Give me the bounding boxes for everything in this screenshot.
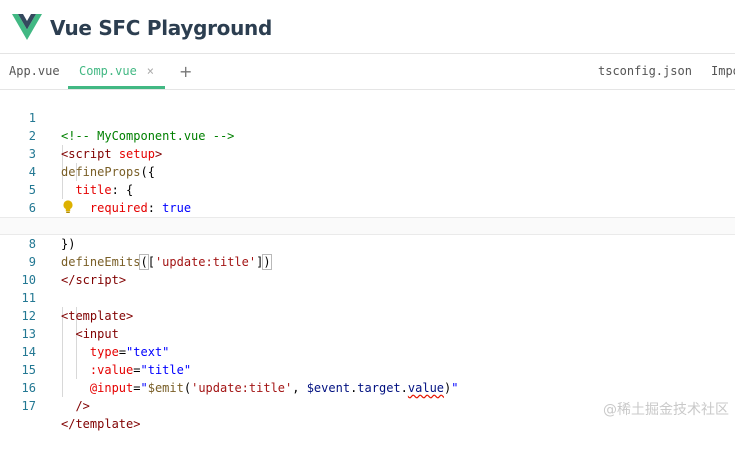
code-token: > [133,417,141,431]
vue-logo-icon[interactable] [12,14,42,40]
app-title: Vue SFC Playground [50,16,272,40]
close-icon[interactable]: × [147,64,154,78]
code-line[interactable]: 12 <input [0,289,735,341]
lightbulb-icon[interactable] [62,200,74,214]
code-line[interactable]: 14 :value="title" [0,325,735,377]
code-line[interactable]: 15 @input="$emit('update:title', $event.… [0,343,735,395]
code-editor[interactable]: 1 <!-- MyComponent.vue --> 2 <script set… [0,90,735,431]
code-line[interactable]: 9 </script> [0,235,735,287]
code-line[interactable]: 2 <script setup> [0,109,735,161]
code-token: </ [61,417,76,431]
code-line[interactable]: 17 </template> [0,379,735,431]
tab-label: App.vue [9,64,60,78]
tab-label: Comp.vue [79,64,137,78]
tab-comp-vue[interactable]: Comp.vue × [68,54,166,89]
line-number: 17 [21,399,36,413]
code-line[interactable]: 13 type="text" [0,307,735,359]
tab-app-vue[interactable]: App.vue [9,54,60,89]
code-line[interactable]: 3 defineProps({ [0,127,735,179]
code-line[interactable]: 10 [0,253,735,287]
tab-import-map[interactable]: Impo [711,54,735,89]
code-line[interactable]: 6 } [0,181,735,233]
code-line[interactable]: 16 /> [0,361,735,413]
app-header: Vue SFC Playground [0,0,735,54]
code-token: /> [75,399,90,413]
code-line[interactable]: 11 <template> [0,271,735,323]
code-line[interactable]: 7 }) [0,199,735,251]
tab-label: Impo [711,64,735,78]
watermark: @稀土掘金技术社区 [603,402,729,418]
tab-tsconfig[interactable]: tsconfig.json [598,54,692,89]
code-line[interactable]: 1 <!-- MyComponent.vue --> [0,91,735,143]
code-line[interactable]: 4 title: { [0,145,735,197]
code-line-current[interactable]: 8 defineEmits(['update:title']) [0,217,735,270]
code-token: template [75,417,134,431]
add-file-button[interactable]: + [179,54,192,89]
tab-label: tsconfig.json [598,64,692,78]
code-line[interactable]: 5 required: true [0,163,735,215]
file-tabs: App.vue Comp.vue × + tsconfig.json Impo [0,54,735,90]
